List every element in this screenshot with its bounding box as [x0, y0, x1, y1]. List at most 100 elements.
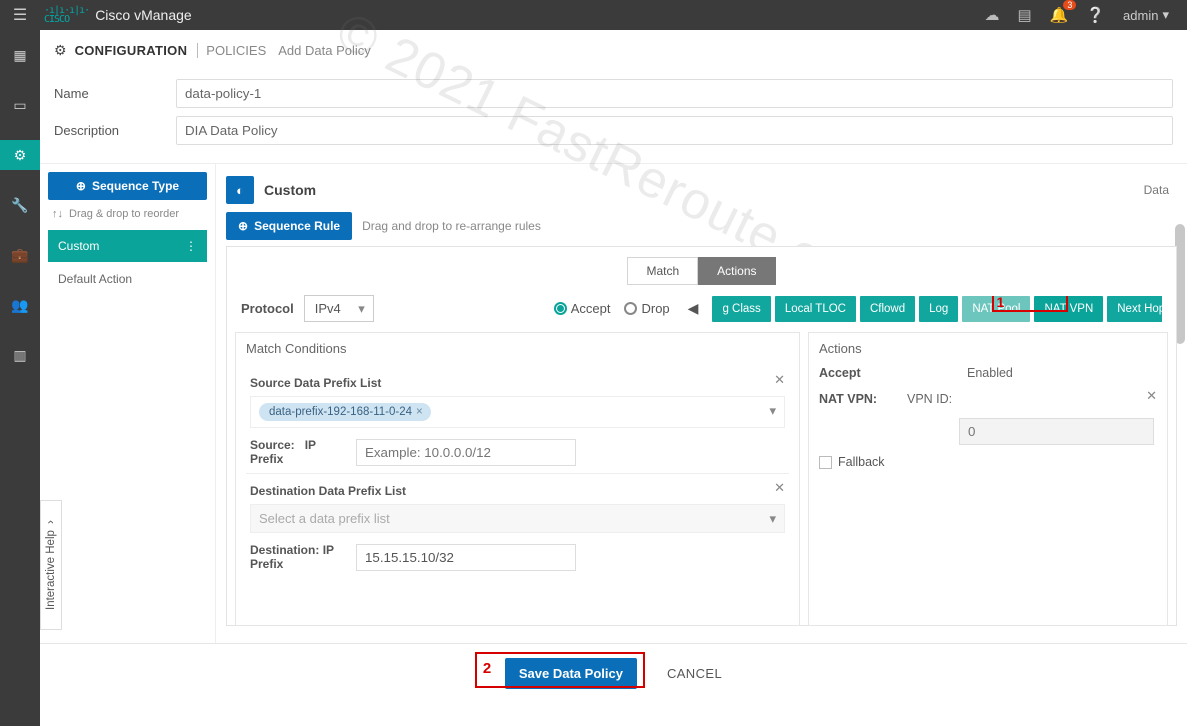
- destination-prefix-list-block: ✕ Destination Data Prefix List Select a …: [246, 473, 789, 578]
- source-prefix-pill-label: data-prefix-192-168-11-0-24: [269, 406, 412, 418]
- nav-monitor-icon[interactable]: ▭: [0, 90, 40, 120]
- chevron-icon: ›: [45, 520, 57, 524]
- caret-left-icon[interactable]: ◀: [684, 300, 703, 317]
- sequence-type-label: Sequence Type: [92, 179, 179, 193]
- main-area: © 2021 FastReroute.com ⚙ CONFIGURATION P…: [40, 30, 1187, 726]
- destination-ip-prefix-input[interactable]: [356, 544, 576, 571]
- user-menu[interactable]: admin ▾: [1123, 7, 1169, 23]
- sequence-item-label: Custom: [58, 239, 99, 253]
- chip-log[interactable]: Log: [919, 296, 958, 322]
- destination-list-combo[interactable]: Select a data prefix list: [250, 504, 785, 533]
- save-button[interactable]: Save Data Policy: [505, 658, 637, 689]
- topbar-right: ☁ ▤ 🔔3 ❔ admin ▾: [984, 6, 1187, 24]
- kebab-icon[interactable]: ⋮: [185, 239, 197, 253]
- radio-drop-label: Drop: [641, 301, 669, 316]
- close-icon[interactable]: ✕: [774, 480, 785, 496]
- accept-drop-group: Accept Drop ◀: [554, 300, 703, 317]
- sequence-rule-label: Sequence Rule: [254, 219, 340, 233]
- source-prefix-pill[interactable]: data-prefix-192-168-11-0-24 ×: [259, 403, 431, 421]
- callout-number-2: 2: [483, 660, 491, 677]
- cisco-logo-icon: ·ı|ı·ı|ı·CISCO: [44, 6, 89, 24]
- natvpn-key: NAT VPN:: [819, 392, 897, 406]
- nav-analytics-icon[interactable]: ▥: [0, 340, 40, 370]
- breadcrumb-page: Add Data Policy: [274, 43, 371, 58]
- pill-remove-icon[interactable]: ×: [416, 406, 423, 418]
- rule-panel: ◐ Custom Data ⊕ Sequence Rule Drag and d…: [216, 164, 1187, 643]
- source-list-label: Source Data Prefix List: [250, 376, 785, 390]
- rule-hint: Drag and drop to re-arrange rules: [362, 219, 541, 233]
- chip-nat-vpn[interactable]: NAT VPN: [1034, 296, 1103, 322]
- checkbox-icon: [819, 456, 832, 469]
- panel-header: ◐ Custom Data: [226, 170, 1177, 210]
- fallback-label: Fallback: [838, 455, 885, 469]
- source-prefix-list-block: ✕ Source Data Prefix List data-prefix-19…: [246, 366, 789, 473]
- footer: 2 Save Data Policy CANCEL: [40, 643, 1187, 701]
- breadcrumb-subsection: POLICIES: [197, 43, 266, 58]
- panel-title: Custom: [264, 182, 316, 198]
- protocol-selector: Protocol IPv4: [241, 295, 374, 322]
- sequence-rule-button[interactable]: ⊕ Sequence Rule: [226, 212, 352, 240]
- name-label: Name: [54, 86, 176, 101]
- chip-cflowd[interactable]: Cflowd: [860, 296, 915, 322]
- actions-heading: Actions: [819, 341, 1157, 356]
- cancel-button[interactable]: CANCEL: [667, 666, 722, 681]
- tab-actions[interactable]: Actions: [698, 257, 775, 285]
- policy-form: Name Description: [40, 67, 1187, 163]
- tasks-icon[interactable]: ▤: [1017, 6, 1031, 24]
- chip-nat-pool[interactable]: NAT Pool: [962, 296, 1030, 322]
- nav-dashboard-icon[interactable]: ▦: [0, 40, 40, 70]
- protocol-select[interactable]: IPv4: [304, 295, 374, 322]
- name-input[interactable]: [176, 79, 1173, 108]
- radio-drop[interactable]: Drop: [624, 301, 669, 316]
- accept-key: Accept: [819, 366, 897, 380]
- vpn-id-input[interactable]: [959, 418, 1154, 445]
- chip-forwarding-class[interactable]: g Class: [712, 296, 770, 322]
- nav-configuration-icon[interactable]: ⚙: [0, 140, 40, 170]
- chip-local-tloc[interactable]: Local TLOC: [775, 296, 856, 322]
- reorder-hint: ↑↓ Drag & drop to reorder: [48, 200, 207, 228]
- vpnid-key: VPN ID:: [907, 392, 952, 406]
- nav-admin-icon[interactable]: 👥: [0, 290, 40, 320]
- page-header: ⚙ CONFIGURATION POLICIES Add Data Policy: [40, 30, 1187, 67]
- brand-logo: ·ı|ı·ı|ı·CISCO: [44, 6, 89, 24]
- user-label: admin: [1123, 8, 1158, 23]
- sequence-item-custom[interactable]: Custom ⋮: [48, 230, 207, 262]
- nav-tools-icon[interactable]: 🔧: [0, 190, 40, 220]
- description-label: Description: [54, 123, 176, 138]
- radio-accept[interactable]: Accept: [554, 301, 611, 316]
- sequence-default-action[interactable]: Default Action: [48, 262, 207, 296]
- nat-vpn-group: ✕ NAT VPN: VPN ID: Fallback: [819, 392, 1157, 469]
- source-ip-prefix-input[interactable]: [356, 439, 576, 466]
- source-list-combo[interactable]: data-prefix-192-168-11-0-24 ×: [250, 396, 785, 428]
- breadcrumb-section: CONFIGURATION: [75, 43, 188, 58]
- nav-maintenance-icon[interactable]: 💼: [0, 240, 40, 270]
- accept-line: Accept Enabled: [819, 366, 1157, 380]
- description-input[interactable]: [176, 116, 1173, 145]
- plus-icon: ⊕: [76, 179, 86, 193]
- accept-value: Enabled: [967, 366, 1013, 380]
- source-ip-prefix-label: Source: IPPrefix: [250, 438, 346, 467]
- plus-icon: ⊕: [238, 219, 248, 233]
- close-icon[interactable]: ✕: [774, 372, 785, 388]
- sequence-type-button[interactable]: ⊕ Sequence Type: [48, 172, 207, 200]
- help-icon[interactable]: ❔: [1086, 6, 1105, 24]
- menu-icon[interactable]: ☰: [0, 5, 40, 25]
- rule-row: ⊕ Sequence Rule Drag and drop to re-arra…: [226, 210, 1177, 246]
- panel-right-label: Data: [1144, 183, 1177, 197]
- close-icon[interactable]: ✕: [1146, 388, 1157, 404]
- actions-column: Actions Accept Enabled ✕ NAT VPN: VPN ID…: [808, 332, 1168, 626]
- rule-tabs: Match Actions: [235, 257, 1168, 285]
- topbar: ☰ ·ı|ı·ı|ı·CISCO Cisco vManage ☁ ▤ 🔔3 ❔ …: [0, 0, 1187, 30]
- chip-next-hop[interactable]: Next Hop: [1107, 296, 1162, 322]
- cloud-icon[interactable]: ☁: [984, 6, 999, 24]
- interactive-help-tab[interactable]: Interactive Help ›: [40, 500, 62, 630]
- tab-match[interactable]: Match: [627, 257, 698, 285]
- left-nav-rail: ▦ ▭ ⚙ 🔧 💼 👥 ▥: [0, 30, 40, 726]
- bell-icon[interactable]: 🔔3: [1050, 6, 1069, 24]
- action-chip-strip: g Class Local TLOC Cflowd Log NAT Pool N…: [712, 296, 1162, 322]
- reorder-icon: ↑↓: [52, 208, 63, 220]
- gear-icon: ⚙: [54, 42, 67, 59]
- rule-toolbar: Protocol IPv4 Accept Drop ◀ g Class Loca…: [235, 291, 1168, 332]
- radio-accept-label: Accept: [571, 301, 611, 316]
- fallback-checkbox[interactable]: Fallback: [819, 455, 1157, 469]
